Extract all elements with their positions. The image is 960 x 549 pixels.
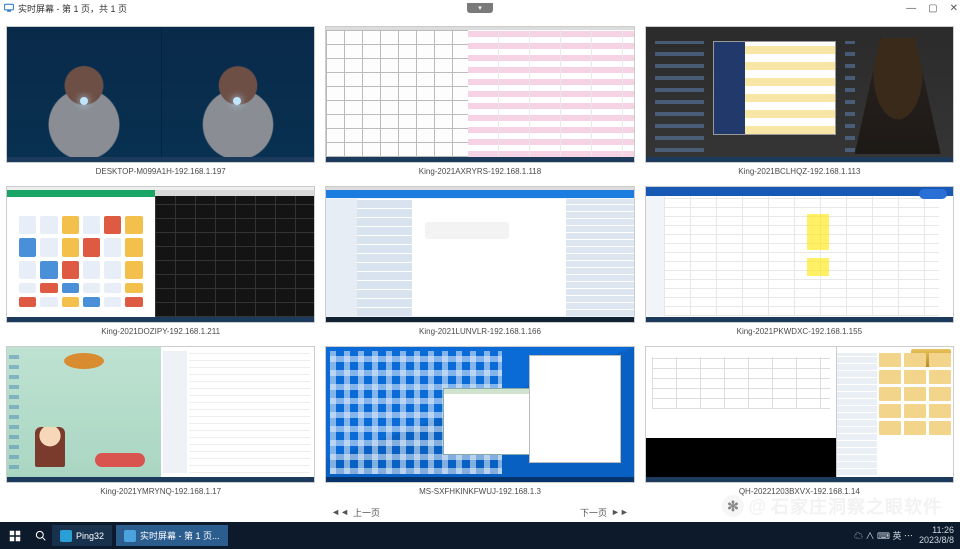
clock-date: 2023/8/8	[919, 536, 954, 545]
screen-thumbnail[interactable]	[645, 26, 954, 163]
screen-thumbnail[interactable]	[325, 186, 634, 323]
next-page-button[interactable]: 下一页 ►►	[580, 506, 629, 519]
screen-caption: DESKTOP-M099A1H-192.168.1.197	[6, 163, 315, 178]
screen-cell: MS-SXFHKINKFWUJ-192.168.1.3	[325, 346, 634, 498]
screens-grid: DESKTOP-M099A1H-192.168.1.197 King-2021A…	[0, 16, 960, 502]
app-icon	[60, 530, 72, 542]
taskbar-app-ping32[interactable]: Ping32	[52, 525, 112, 546]
prev-page-label: 上一页	[353, 506, 380, 519]
taskbar-app-label: Ping32	[76, 531, 104, 541]
chevron-down-icon: ▾	[478, 4, 482, 12]
forward-icon: ►►	[611, 507, 629, 517]
tray-icons[interactable]: ☁ ∧ ⌨ 英 ⋯	[854, 529, 913, 542]
start-button[interactable]	[0, 530, 30, 542]
pager: ◄◄ 上一页 下一页 ►►	[0, 502, 960, 522]
realtime-screen-window: 实时屏幕 - 第 1 页，共 1 页 ▾ — ▢ ✕ DESKTOP-M099A…	[0, 0, 960, 522]
taskbar-clock[interactable]: 11:26 2023/8/8	[919, 526, 954, 545]
search-button[interactable]	[30, 530, 50, 541]
screen-cell: King-2021AXRYRS-192.168.1.118	[325, 26, 634, 178]
taskbar-app-label: 实时屏幕 - 第 1 页...	[140, 529, 220, 542]
search-icon	[35, 530, 46, 541]
screen-cell: King-2021LUNVLR-192.168.1.166	[325, 186, 634, 338]
close-button[interactable]: ✕	[950, 3, 958, 14]
screen-cell: King-2021YMRYNQ-192.168.1.17	[6, 346, 315, 498]
screen-thumbnail[interactable]	[6, 346, 315, 483]
next-page-label: 下一页	[580, 506, 607, 519]
collapse-tab[interactable]: ▾	[467, 3, 493, 13]
screen-thumbnail[interactable]	[645, 346, 954, 483]
minimize-button[interactable]: —	[906, 3, 916, 14]
screen-thumbnail[interactable]	[645, 186, 954, 323]
prev-page-button[interactable]: ◄◄ 上一页	[331, 506, 380, 519]
screen-thumbnail[interactable]	[6, 26, 315, 163]
screen-caption: King-2021DOZIPY-192.168.1.211	[6, 323, 315, 338]
window-title: 实时屏幕 - 第 1 页，共 1 页	[18, 2, 127, 15]
app-icon	[124, 530, 136, 542]
screen-cell: King-2021DOZIPY-192.168.1.211	[6, 186, 315, 338]
screen-thumbnail[interactable]	[325, 26, 634, 163]
maximize-button[interactable]: ▢	[928, 3, 937, 14]
screen-cell: King-2021PKWDXC-192.168.1.155	[645, 186, 954, 338]
screen-caption: King-2021BCLHQZ-192.168.1.113	[645, 163, 954, 178]
screen-thumbnail[interactable]	[325, 346, 634, 483]
screen-caption: King-2021YMRYNQ-192.168.1.17	[6, 483, 315, 498]
os-taskbar: Ping32 实时屏幕 - 第 1 页... ☁ ∧ ⌨ 英 ⋯ 11:26 2…	[0, 522, 960, 549]
windows-icon	[9, 530, 21, 542]
screen-caption: MS-SXFHKINKFWUJ-192.168.1.3	[325, 483, 634, 498]
titlebar: 实时屏幕 - 第 1 页，共 1 页 ▾ — ▢ ✕	[0, 0, 960, 16]
screen-thumbnail[interactable]	[6, 186, 315, 323]
screen-cell: DESKTOP-M099A1H-192.168.1.197	[6, 26, 315, 178]
screen-caption: King-2021LUNVLR-192.168.1.166	[325, 323, 634, 338]
screen-caption: King-2021PKWDXC-192.168.1.155	[645, 323, 954, 338]
monitor-icon	[4, 3, 14, 13]
system-tray[interactable]: ☁ ∧ ⌨ 英 ⋯ 11:26 2023/8/8	[854, 526, 960, 545]
taskbar-app-realtime-screen[interactable]: 实时屏幕 - 第 1 页...	[116, 525, 228, 546]
screen-cell: QH-20221203BXVX-192.168.1.14	[645, 346, 954, 498]
screen-cell: King-2021BCLHQZ-192.168.1.113	[645, 26, 954, 178]
screen-caption: King-2021AXRYRS-192.168.1.118	[325, 163, 634, 178]
screen-caption: QH-20221203BXVX-192.168.1.14	[645, 483, 954, 498]
rewind-icon: ◄◄	[331, 507, 349, 517]
